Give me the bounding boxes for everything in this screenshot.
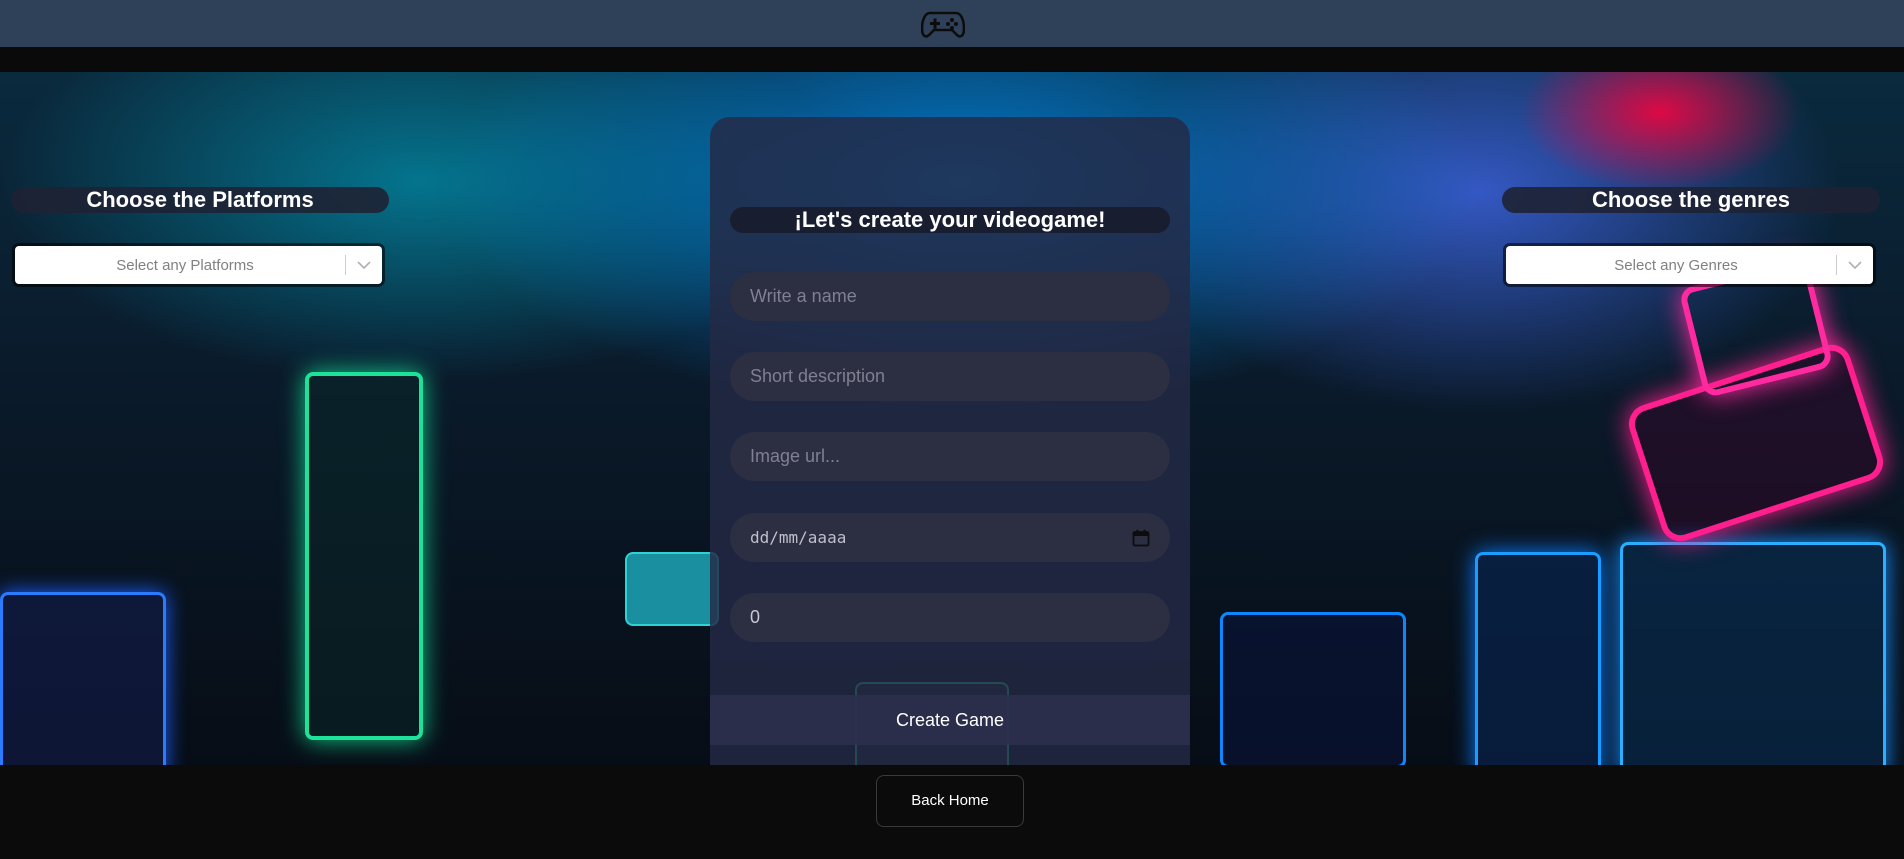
gamepad-icon[interactable] xyxy=(921,8,965,40)
arcade-machine-decor xyxy=(305,372,423,740)
image-url-input[interactable] xyxy=(730,432,1170,481)
genres-select-placeholder: Select any Genres xyxy=(1614,256,1738,274)
name-input[interactable] xyxy=(730,272,1170,321)
platforms-select-placeholder: Select any Platforms xyxy=(116,256,254,274)
arcade-machine-decor xyxy=(0,592,166,765)
create-game-button[interactable]: Create Game xyxy=(710,695,1190,745)
calendar-icon[interactable] xyxy=(1132,529,1150,547)
arcade-machine-decor xyxy=(1620,542,1886,765)
back-home-button[interactable]: Back Home xyxy=(876,775,1024,827)
header-gap xyxy=(0,47,1904,72)
genres-title: Choose the genres xyxy=(1502,187,1880,213)
chevron-down-icon[interactable] xyxy=(1837,260,1873,270)
rating-input[interactable]: 0 xyxy=(730,593,1170,642)
arcade-machine-decor xyxy=(1220,612,1406,765)
form-title: ¡Let's create your videogame! xyxy=(730,207,1170,233)
platforms-title: Choose the Platforms xyxy=(11,187,389,213)
release-date-input[interactable]: dd/mm/aaaa xyxy=(730,513,1170,562)
top-bar xyxy=(0,0,1904,47)
description-input[interactable] xyxy=(730,352,1170,401)
date-placeholder: dd/mm/aaaa xyxy=(750,528,847,547)
genres-select[interactable]: Select any Genres xyxy=(1506,246,1873,284)
chevron-down-icon[interactable] xyxy=(346,260,382,270)
arcade-machine-decor xyxy=(1475,552,1601,765)
create-game-form: ¡Let's create your videogame! dd/mm/aaaa… xyxy=(710,117,1190,765)
platforms-select[interactable]: Select any Platforms xyxy=(15,246,382,284)
arcade-screen-decor xyxy=(625,552,719,626)
